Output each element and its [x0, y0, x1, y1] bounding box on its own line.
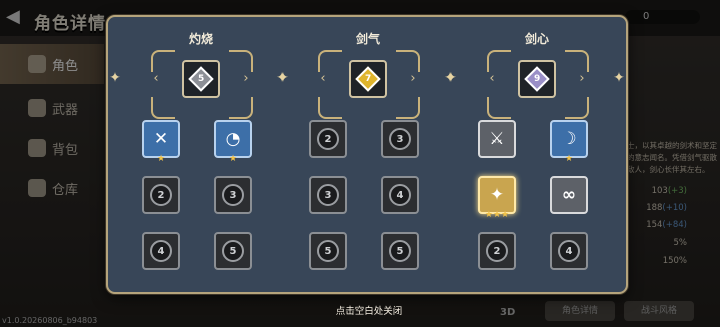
ornament-corner: [151, 50, 175, 72]
golden-sword-icon: ✦: [489, 184, 505, 205]
talent-column-title: 剑气: [355, 32, 380, 46]
chevron-left-icon: ‹: [320, 71, 326, 86]
blade-arc-icon: ☽: [561, 128, 577, 149]
talent-skill-slot[interactable]: ⚔: [478, 120, 516, 158]
lock-level-icon: 3: [317, 184, 339, 206]
talent-skill-slot[interactable]: ✕ ★: [142, 120, 180, 164]
ornament-corner: [487, 97, 511, 119]
star-rating: ★: [564, 154, 574, 164]
star-rating: ★★★: [484, 210, 510, 220]
lock-level-icon: 3: [222, 184, 244, 206]
ornament-corner: [396, 97, 420, 119]
sparkle-icon: ✦: [276, 70, 288, 86]
ornament-corner: [565, 50, 589, 72]
talent-level-number: 5: [197, 73, 205, 84]
ornament-corner: [151, 97, 175, 119]
talent-column: 剑心 ✦ ✦ ‹ › 9 ⚔ ☽ ★ ✦ ★★★ ∞ 2 4: [445, 17, 625, 296]
lock-level-icon: 2: [150, 184, 172, 206]
sparkle-icon: ✦: [613, 70, 625, 86]
lock-level-icon: 4: [558, 240, 580, 262]
locked-talent-slot[interactable]: 3: [381, 120, 419, 158]
chevron-right-icon: ›: [243, 71, 249, 86]
talent-skill-slot[interactable]: ✦ ★★★: [478, 176, 516, 220]
lock-level-icon: 2: [317, 128, 339, 150]
locked-talent-slot[interactable]: 4: [550, 232, 588, 270]
lock-level-icon: 4: [389, 184, 411, 206]
talent-column-title: 剑心: [524, 32, 549, 46]
ornament-corner: [565, 97, 589, 119]
locked-talent-slot[interactable]: 2: [142, 176, 180, 214]
lock-level-icon: 4: [150, 240, 172, 262]
ornament-corner: [487, 50, 511, 72]
lock-level-icon: 2: [486, 240, 508, 262]
star-rating: ★: [156, 154, 166, 164]
lock-level-icon: 3: [389, 128, 411, 150]
talent-tree-modal: 灼烧 ✦ ✦ ‹ › 5 ✕ ★ ◔ ★ 2 3 4 5 剑气 ✦ ✦ ‹ › 7 2 3 3 4 5 5 剑心 ✦ ✦ ‹ › 9 ⚔ ☽ ★ ✦ ★…: [106, 15, 628, 317]
talent-column: 灼烧 ✦ ✦ ‹ › 5 ✕ ★ ◔ ★ 2 3 4 5: [109, 17, 289, 296]
chevron-right-icon: ›: [410, 71, 416, 86]
locked-talent-slot[interactable]: 2: [478, 232, 516, 270]
locked-talent-slot[interactable]: 2: [309, 120, 347, 158]
ornament-corner: [318, 50, 342, 72]
fire-swirl-icon: ◔: [225, 128, 241, 149]
locked-talent-slot[interactable]: 4: [142, 232, 180, 270]
talent-skill-slot[interactable]: ∞: [550, 176, 588, 214]
talent-column-title: 灼烧: [188, 32, 213, 46]
talent-root-slot[interactable]: 9: [518, 60, 556, 98]
talent-column: 剑气 ✦ ✦ ‹ › 7 2 3 3 4 5 5: [276, 17, 456, 296]
sparkle-icon: ✦: [445, 70, 457, 86]
ornament-corner: [318, 97, 342, 119]
talent-root-slot[interactable]: 5: [182, 60, 220, 98]
talent-level-number: 9: [533, 73, 541, 84]
chevron-left-icon: ‹: [489, 71, 495, 86]
lock-level-icon: 5: [222, 240, 244, 262]
lock-level-icon: 5: [389, 240, 411, 262]
talent-level-gem: 5: [188, 66, 214, 92]
locked-talent-slot[interactable]: 3: [309, 176, 347, 214]
ornament-corner: [396, 50, 420, 72]
chevron-left-icon: ‹: [153, 71, 159, 86]
sparkle-icon: ✦: [109, 70, 121, 86]
lock-level-icon: 5: [317, 240, 339, 262]
ornament-corner: [229, 97, 253, 119]
locked-talent-slot[interactable]: 5: [214, 232, 252, 270]
crossed-swords-icon: ✕: [153, 128, 169, 149]
locked-talent-slot[interactable]: 5: [309, 232, 347, 270]
talent-level-gem: 7: [355, 66, 381, 92]
talent-skill-slot[interactable]: ☽ ★: [550, 120, 588, 164]
locked-talent-slot[interactable]: 3: [214, 176, 252, 214]
talent-level-gem: 9: [524, 66, 550, 92]
star-rating: ★: [228, 154, 238, 164]
close-hint[interactable]: 点击空白处关闭: [108, 303, 630, 317]
infinity-icon: ∞: [561, 184, 577, 205]
locked-talent-slot[interactable]: 4: [381, 176, 419, 214]
chevron-right-icon: ›: [579, 71, 585, 86]
talent-skill-slot[interactable]: ◔ ★: [214, 120, 252, 164]
sword-slash-icon: ⚔: [489, 128, 505, 149]
talent-level-number: 7: [364, 73, 372, 84]
locked-talent-slot[interactable]: 5: [381, 232, 419, 270]
talent-root-slot[interactable]: 7: [349, 60, 387, 98]
ornament-corner: [229, 50, 253, 72]
